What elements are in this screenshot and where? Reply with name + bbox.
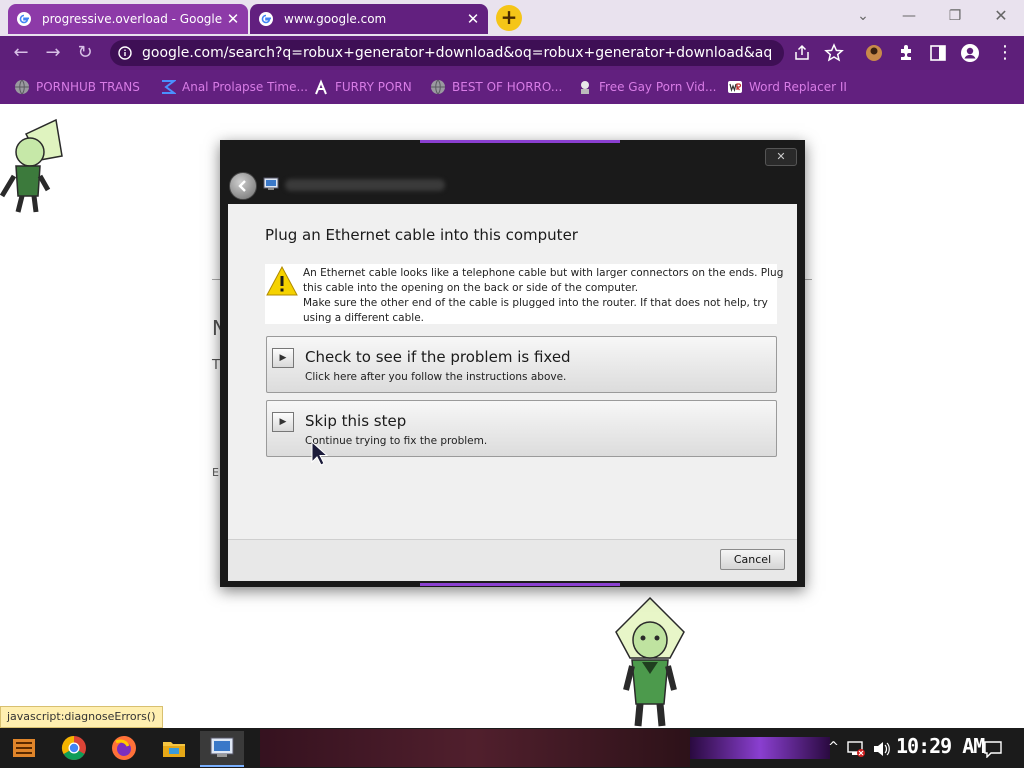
kebab-menu-icon[interactable]: ⋮ — [994, 42, 1016, 64]
mouse-cursor-icon — [311, 440, 329, 466]
dialog-back-button[interactable] — [229, 172, 257, 200]
tab-search-chevron-down-icon[interactable]: ⌄ — [848, 6, 878, 26]
reload-icon[interactable]: ↻ — [74, 42, 96, 64]
warning-icon — [266, 266, 298, 296]
bookmark-star-icon[interactable] — [824, 43, 844, 63]
taskbar-decoration — [260, 729, 690, 767]
forward-arrow-icon[interactable]: → — [42, 42, 64, 64]
notifications-icon[interactable] — [984, 740, 1002, 758]
side-panel-icon[interactable] — [928, 43, 948, 63]
file-explorer-icon[interactable] — [160, 734, 188, 762]
dialog-accent — [420, 583, 620, 586]
warning-text: using a different cable. — [303, 312, 424, 324]
dialog-close-button[interactable]: ✕ — [765, 148, 797, 166]
bookmark-item[interactable]: Word Replacer II — [727, 78, 847, 96]
cancel-button[interactable]: Cancel — [720, 549, 785, 570]
globe-icon — [15, 79, 29, 95]
site-info-icon[interactable] — [118, 46, 132, 60]
back-arrow-icon[interactable]: ← — [10, 42, 32, 64]
google-favicon-icon — [259, 12, 273, 26]
bookmark-label: FURRY PORN — [335, 80, 412, 94]
tab-title: progressive.overload - Google S — [42, 12, 226, 26]
dialog-accent — [420, 140, 620, 143]
bookmark-logo-icon — [162, 80, 176, 94]
bookmark-item[interactable]: Anal Prolapse Time... — [160, 78, 308, 96]
share-icon[interactable] — [792, 43, 812, 63]
close-tab-icon[interactable]: ✕ — [466, 10, 480, 28]
option-title: Check to see if the problem is fixed — [305, 348, 571, 366]
option-subtitle: Click here after you follow the instruct… — [305, 371, 567, 383]
link-status-bar: javascript:diagnoseErrors() — [0, 706, 163, 728]
option-title: Skip this step — [305, 412, 407, 430]
show-hidden-icons-chevron-up-icon[interactable]: ^ — [828, 740, 839, 755]
firefox-icon[interactable] — [110, 734, 138, 762]
dialog-title-blurred — [285, 179, 445, 191]
wr-icon — [728, 81, 742, 93]
bookmark-label: Anal Prolapse Time... — [182, 80, 308, 94]
peridot-sticker-image — [615, 596, 685, 727]
network-diagnostics-icon — [210, 737, 234, 757]
taskbar-clock[interactable]: 10:29 AM — [896, 734, 985, 758]
extensions-puzzle-icon[interactable] — [896, 43, 916, 63]
network-diagnostics-icon — [263, 177, 279, 190]
network-disconnected-icon[interactable] — [846, 740, 866, 758]
warning-text: this cable into the opening on the back … — [303, 282, 639, 294]
taskbar-decoration — [690, 737, 830, 759]
tab-progressive-overload[interactable]: progressive.overload - Google S ✕ — [8, 4, 248, 34]
restore-button[interactable]: ❐ — [940, 6, 970, 26]
tab-google[interactable]: www.google.com ✕ — [250, 4, 488, 34]
dialog-footer — [228, 539, 797, 581]
volume-icon[interactable] — [872, 740, 890, 758]
character-icon — [581, 81, 589, 94]
bookmark-item[interactable]: Free Gay Porn Vid... — [577, 78, 716, 96]
profile-icon[interactable] — [960, 43, 980, 63]
bookmark-label: Free Gay Porn Vid... — [599, 80, 717, 94]
extension-avatar-icon[interactable] — [864, 43, 884, 63]
dialog-heading: Plug an Ethernet cable into this compute… — [265, 226, 578, 244]
bookmark-item[interactable]: PORNHUB TRANS — [14, 78, 140, 96]
peridot-sticker-image — [0, 118, 63, 213]
warning-text: Make sure the other end of the cable is … — [303, 297, 768, 309]
bookmark-label: BEST OF HORRO... — [452, 80, 563, 94]
chrome-icon[interactable] — [60, 734, 88, 762]
play-arrow-icon: ▶ — [272, 412, 294, 432]
bookmark-label: Word Replacer II — [749, 80, 847, 94]
taskbar-active-app[interactable] — [200, 731, 244, 767]
background-text: E — [212, 466, 219, 479]
tab-title: www.google.com — [284, 12, 387, 26]
start-button-icon[interactable] — [10, 734, 38, 762]
globe-icon — [431, 79, 445, 95]
bookmark-item[interactable]: FURRY PORN — [313, 78, 412, 96]
bookmark-item[interactable]: BEST OF HORRO... — [430, 78, 562, 96]
lambda-icon — [315, 79, 327, 95]
address-bar[interactable]: google.com/search?q=robux+generator+down… — [110, 40, 784, 66]
play-arrow-icon: ▶ — [272, 348, 294, 368]
bookmark-label: PORNHUB TRANS — [36, 80, 140, 94]
close-window-button[interactable]: ✕ — [986, 6, 1016, 26]
close-tab-icon[interactable]: ✕ — [226, 10, 240, 28]
background-text: T — [212, 358, 220, 373]
back-arrow-icon — [238, 180, 246, 192]
url-text: google.com/search?q=robux+generator+down… — [142, 45, 772, 61]
google-favicon-icon — [17, 12, 31, 26]
new-tab-button[interactable]: + — [496, 5, 522, 31]
option-subtitle: Continue trying to fix the problem. — [305, 435, 488, 447]
warning-text: An Ethernet cable looks like a telephone… — [303, 267, 784, 279]
minimize-button[interactable]: — — [894, 6, 924, 26]
